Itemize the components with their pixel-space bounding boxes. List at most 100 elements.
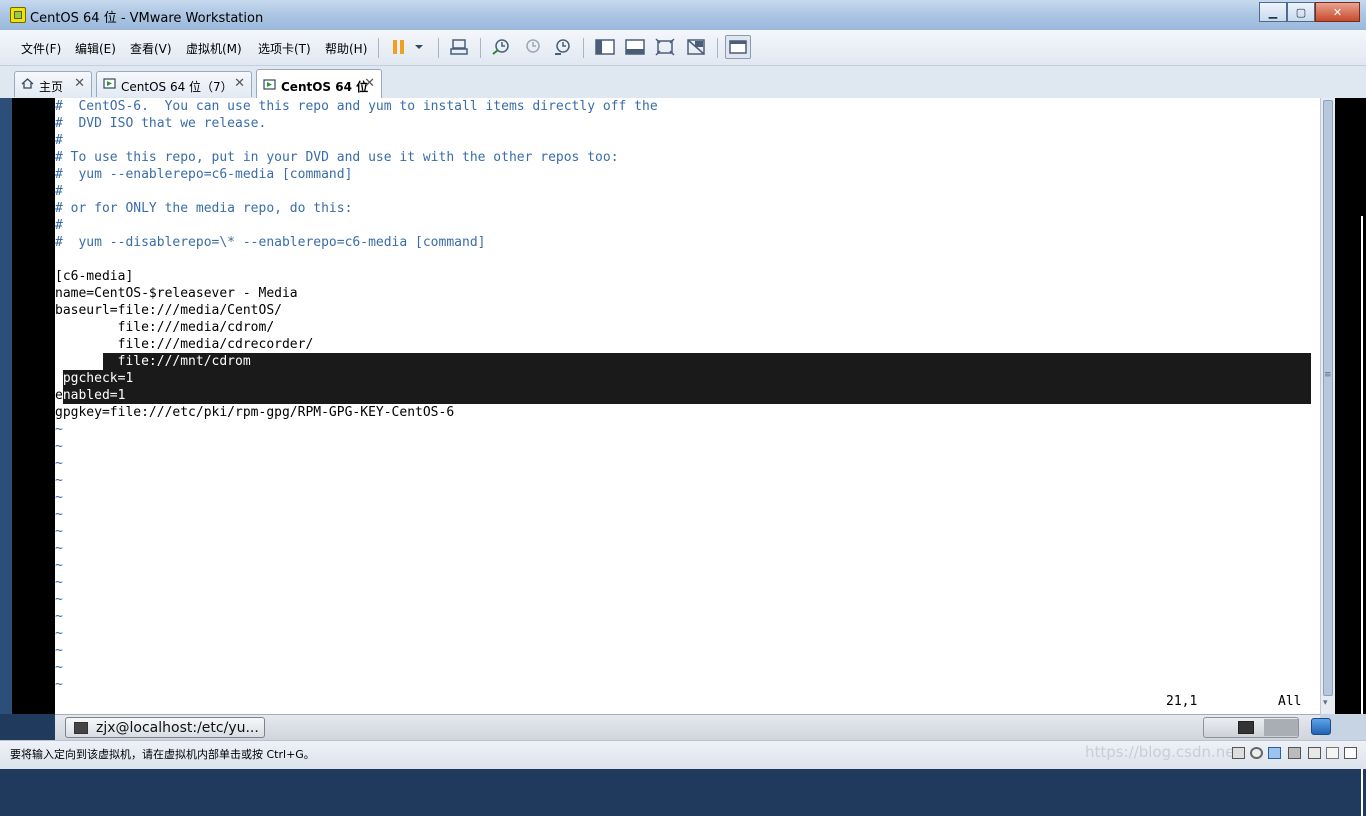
menu-tabs[interactable]: 选项卡(T) [258, 40, 311, 57]
terminal-line: [c6-media] [55, 269, 134, 284]
vertical-scrollbar[interactable]: ≡ ▾ [1320, 98, 1335, 714]
host-corner [1311, 714, 1366, 740]
menu-vm[interactable]: 虚拟机(M) [186, 40, 242, 57]
terminal-line: enabled=1 [55, 388, 126, 403]
menu-edit[interactable]: 编辑(E) [75, 40, 116, 57]
vm-left-border [0, 98, 55, 714]
selection-highlight [63, 370, 1311, 404]
tab-bar: 主页 ✕ CentOS 64 位（7） ✕ CentOS 64 位 ✕ [0, 66, 1366, 98]
scrollbar-thumb[interactable] [1323, 100, 1333, 696]
scroll-down-arrow-icon[interactable]: ▾ [1323, 698, 1333, 710]
terminal-line: baseurl=file:///media/CentOS/ [55, 303, 282, 318]
unity-icon[interactable] [686, 38, 706, 56]
printer-icon[interactable] [1326, 747, 1339, 759]
terminal-line: name=CentOS-$releasever - Media [55, 286, 298, 301]
empty-line-tilde: ~ [55, 660, 63, 675]
terminal-line: # yum --disablerepo=\* --enablerepo=c6-m… [55, 235, 486, 250]
toolbar-separator [717, 38, 718, 58]
chevron-down-icon[interactable] [412, 38, 432, 56]
workspace-switcher[interactable] [1203, 717, 1299, 738]
empty-line-tilde: ~ [55, 575, 63, 590]
cursor-position: 21,1 [1166, 694, 1198, 709]
home-icon [21, 78, 34, 89]
terminal-line: gpgkey=file:///etc/pki/rpm-gpg/RPM-GPG-K… [55, 405, 455, 420]
close-button[interactable]: ✕ [1315, 2, 1360, 22]
terminal-icon [1238, 721, 1254, 734]
snapshot-icon[interactable] [491, 38, 511, 56]
terminal-line: # yum --enablerepo=c6-media [command] [55, 167, 353, 182]
tab-centos-active[interactable]: CentOS 64 位 ✕ [256, 69, 382, 98]
terminal-vim-screen[interactable]: # CentOS-6. You can use this repo and yu… [55, 98, 1320, 714]
console-view-icon[interactable] [725, 35, 751, 59]
watermark: https://blog.csdn.ne [1085, 743, 1235, 761]
guest-taskbar: zjx@localhost:/etc/yu... [55, 714, 1320, 741]
menu-file[interactable]: 文件(F) [21, 40, 61, 57]
revert-snapshot-icon[interactable] [522, 38, 542, 56]
toolbar-separator [378, 38, 379, 58]
snapshot-manager-icon[interactable] [552, 38, 572, 56]
toolbar-separator [438, 38, 439, 58]
full-screen-icon[interactable] [655, 38, 675, 56]
empty-line-tilde: ~ [55, 541, 63, 556]
send-ctrl-alt-del-icon[interactable] [449, 38, 469, 56]
vm-status-icon[interactable] [1311, 718, 1331, 735]
terminal-line: # or for ONLY the media repo, do this: [55, 201, 353, 216]
pause-icon[interactable] [390, 38, 410, 56]
menu-view[interactable]: 查看(V) [130, 40, 172, 57]
maximize-button[interactable]: ▢ [1287, 2, 1315, 22]
vm-right-border: ≡ ▾ [1320, 98, 1366, 816]
thumbnail-bar-icon[interactable] [625, 38, 645, 56]
close-tab-icon[interactable]: ✕ [364, 76, 375, 91]
empty-line-tilde: ~ [55, 592, 63, 607]
empty-line-tilde: ~ [55, 609, 63, 624]
terminal-line: file:///media/cdrom/ [55, 320, 275, 335]
sound-card-icon[interactable] [1308, 747, 1321, 759]
network-adapter-icon[interactable] [1268, 747, 1281, 759]
terminal-icon [74, 722, 88, 734]
show-library-icon[interactable] [595, 38, 615, 56]
terminal-line: # [55, 218, 63, 233]
tab-centos-7[interactable]: CentOS 64 位（7） ✕ [96, 71, 252, 97]
title-bar: CentOS 64 位 - VMware Workstation ▁ ▢ ✕ [0, 0, 1366, 30]
terminal-line: gpgcheck=1 [55, 371, 134, 386]
vm-icon [103, 78, 116, 89]
empty-line-tilde: ~ [55, 643, 63, 658]
selection-highlight [103, 353, 1311, 370]
host-edge [0, 98, 12, 714]
empty-line-tilde: ~ [55, 558, 63, 573]
hard-disk-icon[interactable] [1232, 747, 1245, 759]
empty-line-tilde: ~ [55, 524, 63, 539]
task-label: zjx@localhost:/etc/yu... [96, 720, 259, 736]
terminal-line: # [55, 184, 63, 199]
empty-line-tilde: ~ [55, 422, 63, 437]
empty-line-tilde: ~ [55, 456, 63, 471]
grip-icon: ≡ [1324, 370, 1332, 380]
menu-toolbar: 文件(F) 编辑(E) 查看(V) 虚拟机(M) 选项卡(T) 帮助(H) [0, 30, 1366, 66]
close-tab-icon[interactable]: ✕ [234, 76, 245, 91]
tab-label: CentOS 64 位（7） [121, 80, 233, 94]
status-bar: 要将输入定向到该虚拟机，请在虚拟机内部单击或按 Ctrl+G。 https://… [0, 740, 1366, 769]
empty-line-tilde: ~ [55, 473, 63, 488]
terminal-task-button[interactable]: zjx@localhost:/etc/yu... [65, 717, 265, 738]
terminal-line: file:///media/cdrecorder/ [55, 337, 314, 352]
window-controls: ▁ ▢ ✕ [1259, 2, 1360, 22]
empty-line-tilde: ~ [55, 677, 63, 692]
terminal-line: file:///mnt/cdrom [55, 354, 251, 369]
terminal-line: # [55, 133, 63, 148]
cd-dvd-icon[interactable] [1250, 747, 1263, 759]
menu-help[interactable]: 帮助(H) [325, 40, 367, 57]
terminal-line: # DVD ISO that we release. [55, 116, 267, 131]
tab-home[interactable]: 主页 ✕ [14, 71, 92, 97]
toolbar-separator [480, 38, 481, 58]
minimize-button[interactable]: ▁ [1259, 2, 1287, 22]
workspace-preview [1264, 719, 1298, 736]
vmware-app-icon [10, 7, 26, 23]
message-log-icon[interactable] [1344, 747, 1357, 759]
tab-label: 主页 [39, 80, 64, 94]
status-message: 要将输入定向到该虚拟机，请在虚拟机内部单击或按 Ctrl+G。 [10, 748, 315, 761]
empty-line-tilde: ~ [55, 439, 63, 454]
usb-icon[interactable] [1288, 747, 1301, 759]
terminal-line: # To use this repo, put in your DVD and … [55, 150, 619, 165]
terminal-line: # CentOS-6. You can use this repo and yu… [55, 99, 658, 114]
close-tab-icon[interactable]: ✕ [74, 76, 85, 91]
